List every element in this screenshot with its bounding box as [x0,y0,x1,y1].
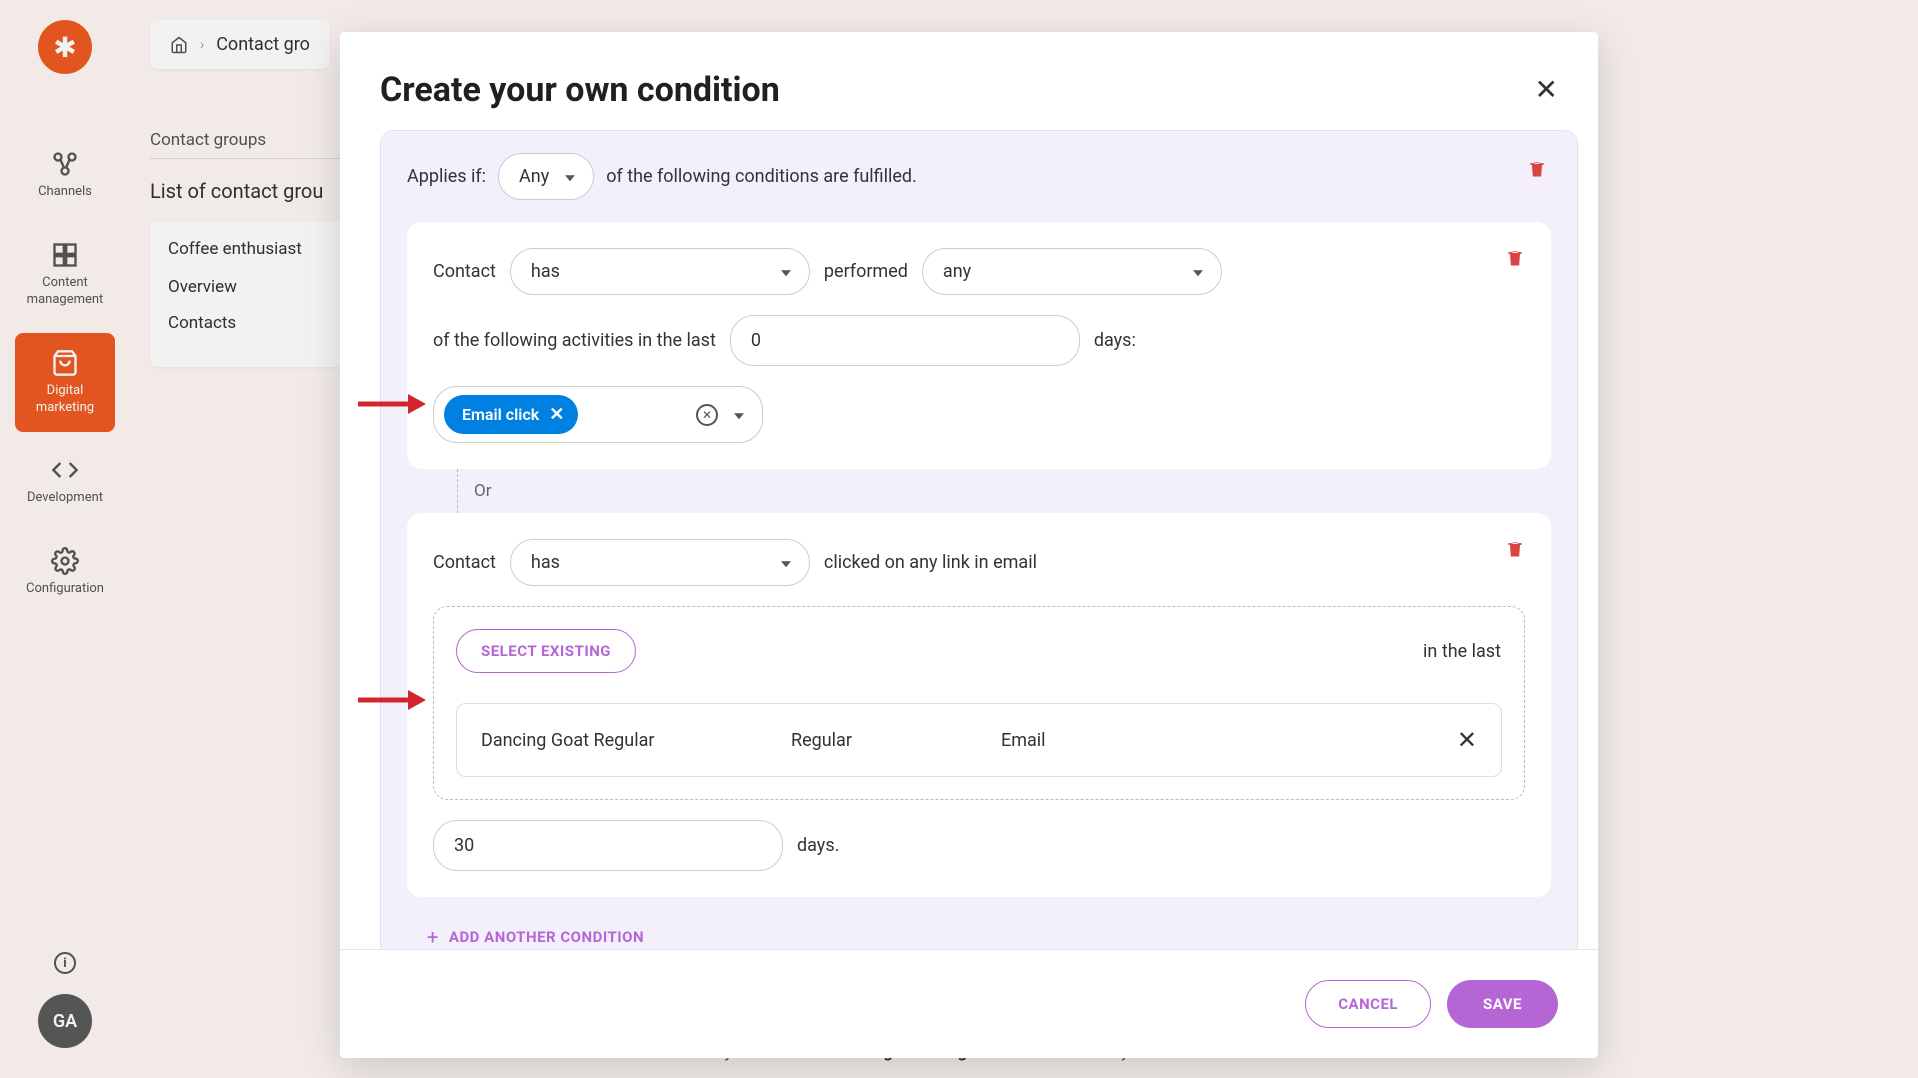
applies-select[interactable]: Any [498,153,594,200]
clear-all-icon[interactable]: ✕ [696,404,718,426]
email-selection-box: SELECT EXISTING in the last Dancing Goat… [433,606,1525,800]
has-select[interactable]: has [510,539,810,586]
delete-block-icon[interactable] [1527,159,1547,181]
modal-header: Create your own condition ✕ [340,32,1598,130]
add-another-condition-button[interactable]: + ADD ANOTHER CONDITION [427,925,1551,949]
condition-card-1: Contact has performed any of the followi… [407,222,1551,469]
remove-email-icon[interactable]: ✕ [1457,726,1477,754]
modal-title: Create your own condition [380,70,780,110]
days-label: days. [797,835,839,856]
delete-condition-icon[interactable] [1505,539,1525,561]
contact-label: Contact [433,552,496,573]
applies-label: Applies if: [407,166,486,187]
contact-label: Contact [433,261,496,282]
days-input[interactable] [730,315,1080,366]
days-label: days: [1094,330,1136,351]
save-button[interactable]: SAVE [1447,980,1558,1028]
applies-suffix: of the following conditions are fulfille… [606,166,917,187]
email-type: Regular [791,730,1001,751]
modal-body: Applies if: Any of the following conditi… [340,130,1598,949]
select-existing-button[interactable]: SELECT EXISTING [456,629,636,673]
or-connector: Or [457,469,1551,513]
delete-condition-icon[interactable] [1505,248,1525,270]
clicked-label: clicked on any link in email [824,552,1037,573]
close-icon[interactable]: ✕ [1535,76,1558,104]
annotation-arrow-1 [358,392,428,416]
modal-footer: CANCEL SAVE [340,949,1598,1058]
create-condition-modal: Create your own condition ✕ Applies if: … [340,32,1598,1058]
remove-tag-icon[interactable]: ✕ [549,406,564,424]
cancel-button[interactable]: CANCEL [1305,980,1431,1028]
email-channel: Email [1001,730,1457,751]
in-last-label: in the last [1423,641,1501,662]
plus-icon: + [427,925,439,949]
performed-label: performed [824,261,908,282]
email-name: Dancing Goat Regular [481,730,791,751]
condition-block: Applies if: Any of the following conditi… [380,130,1578,949]
selected-email-item: Dancing Goat Regular Regular Email ✕ [456,703,1502,777]
activity-multiselect[interactable]: Email click ✕ ✕ [433,386,763,443]
applies-row: Applies if: Any of the following conditi… [407,153,1551,200]
annotation-arrow-2 [358,688,428,712]
email-click-tag: Email click ✕ [444,395,578,434]
any-select[interactable]: any [922,248,1222,295]
days-input[interactable] [433,820,783,871]
of-activities-label: of the following activities in the last [433,330,716,351]
condition-card-2: Contact has clicked on any link in email… [407,513,1551,897]
has-select[interactable]: has [510,248,810,295]
